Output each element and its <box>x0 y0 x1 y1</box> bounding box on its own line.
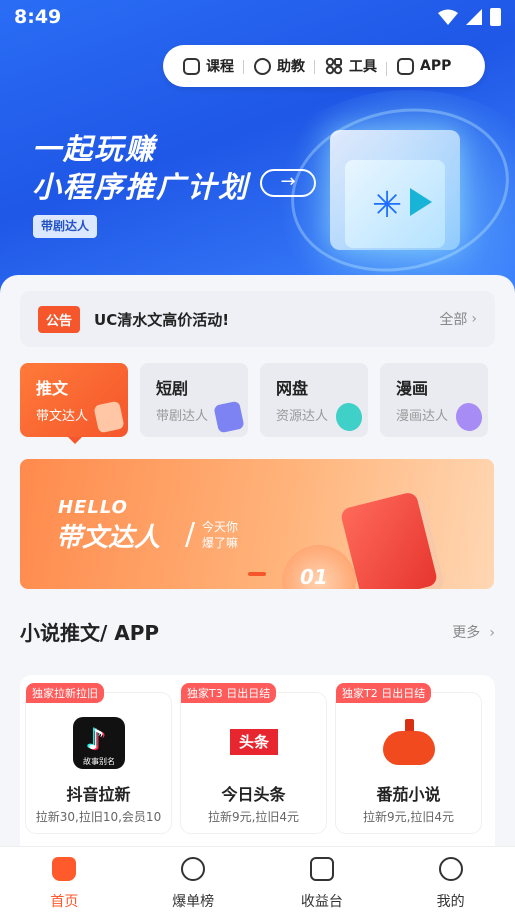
quick-nav-label: 课程 <box>206 59 234 75</box>
category-title: 漫画 <box>396 379 429 398</box>
hero-arrow-button[interactable]: → <box>260 169 316 197</box>
section-more-label: 更多 <box>452 624 481 641</box>
notice-more-link[interactable]: 全部 <box>439 309 467 329</box>
quick-nav-app[interactable]: APP <box>385 57 461 76</box>
hero-title-line1: 一起玩赚 <box>32 132 157 166</box>
hero-banner[interactable]: 8:49 课程 助教 工具 APP 一起玩赚 小程序推广计划 → 带剧达人 ✳ <box>0 0 515 300</box>
earnings-icon <box>309 857 334 881</box>
tomato-logo-icon <box>383 717 435 769</box>
section-header: 小说推文/ APP 更多 › <box>20 617 495 646</box>
app-tag: 独家T3 日出日结 <box>181 683 277 703</box>
quick-nav-label: APP <box>420 58 452 74</box>
section-more-link[interactable]: 更多 › <box>452 622 495 642</box>
bottom-tab-bar: 首页 爆单榜 收益台 我的 <box>0 846 515 917</box>
music-note-icon: ♪ <box>87 723 105 756</box>
active-tab-pointer <box>68 437 82 444</box>
banner-sub-line1: 今天你 <box>202 520 239 534</box>
category-tab-duanju[interactable]: 短剧 带剧达人 <box>140 363 248 437</box>
status-bar: 8:49 <box>0 0 515 34</box>
play-icon <box>410 188 432 216</box>
app-desc: 拉新9元,拉旧4元 <box>362 810 455 824</box>
app-name: 今日头条 <box>221 785 286 804</box>
tab-label: 我的 <box>436 894 465 910</box>
banner-sub-line2: 爆了嘛 <box>202 536 239 550</box>
quick-nav-label: 工具 <box>349 59 377 75</box>
app-desc: 拉新30,拉旧10,会员10 <box>35 810 162 824</box>
category-tab-tuiwen[interactable]: 推文 带文达人 <box>20 363 128 437</box>
app-name: 番茄小说 <box>376 785 441 804</box>
promo-banner[interactable]: HELLO 带文达人 / 今天你 爆了嘛 01 <box>20 459 494 589</box>
app-icon <box>397 57 414 75</box>
app-tag: 独家拉新拉旧 <box>26 683 104 703</box>
banner-slash: / <box>185 517 196 552</box>
tab-home[interactable]: 首页 <box>0 847 129 917</box>
quick-nav-course[interactable]: 课程 <box>173 56 244 76</box>
status-time: 8:49 <box>14 6 62 28</box>
logo-text: 头条 <box>230 729 278 755</box>
assistant-icon <box>254 57 271 75</box>
logo-caption: 故事别名 <box>83 757 115 766</box>
section-title: 小说推文/ APP <box>20 621 160 645</box>
tab-label: 爆单榜 <box>172 894 215 910</box>
notice-bar[interactable]: 公告 UC清水文高价活动! 全部 › <box>20 291 495 347</box>
profile-icon <box>438 857 463 881</box>
lightning-icon <box>181 857 206 881</box>
chevron-right-icon: › <box>471 311 477 327</box>
quick-nav-label: 助教 <box>277 59 305 75</box>
category-tab-wangpan[interactable]: 网盘 资源达人 <box>260 363 368 437</box>
app-card-fanqie[interactable]: 独家T2 日出日结 番茄小说 拉新9元,拉旧4元 <box>336 683 481 833</box>
category-title: 推文 <box>36 379 69 398</box>
status-icons <box>438 8 501 26</box>
home-icon <box>52 857 77 881</box>
kuaishou-logo-icon: ✳ <box>372 185 403 226</box>
hero-title-line2: 小程序推广计划 <box>32 170 250 204</box>
course-icon <box>183 57 200 75</box>
app-desc: 拉新9元,拉旧4元 <box>207 810 300 824</box>
banner-coin: 01 <box>282 545 356 589</box>
quick-nav-tools[interactable]: 工具 <box>314 56 387 76</box>
banner-hello: HELLO <box>58 497 128 518</box>
tab-ranking[interactable]: 爆单榜 <box>129 847 258 917</box>
hero-title: 一起玩赚 小程序推广计划 <box>32 130 249 206</box>
app-tag: 独家T2 日出日结 <box>336 683 432 703</box>
battery-icon <box>490 8 501 26</box>
category-tab-manhua[interactable]: 漫画 漫画达人 <box>380 363 488 437</box>
category-title: 网盘 <box>276 379 309 398</box>
tab-profile[interactable]: 我的 <box>386 847 515 917</box>
main-content: 公告 UC清水文高价活动! 全部 › 推文 带文达人 短剧 带剧达人 网盘 资源… <box>0 275 515 917</box>
app-name: 抖音拉新 <box>66 785 131 804</box>
app-card-toutiao[interactable]: 独家T3 日出日结 头条 今日头条 拉新9元,拉旧4元 <box>181 683 326 833</box>
document-icon <box>93 400 125 434</box>
app-list: 独家拉新拉旧 ♪ 故事别名 抖音拉新 拉新30,拉旧10,会员10 独家T3 日… <box>20 675 495 875</box>
hero-badge: 带剧达人 <box>33 215 98 238</box>
carousel-indicator <box>248 572 266 576</box>
banner-number: 01 <box>300 565 328 589</box>
tools-icon <box>325 57 343 75</box>
video-icon <box>213 400 245 434</box>
banner-headline: 带文达人 <box>56 523 161 553</box>
toutiao-logo-icon: 头条 <box>228 717 280 769</box>
tab-earnings[interactable]: 收益台 <box>258 847 387 917</box>
wifi-icon <box>438 9 458 25</box>
douyin-logo-icon: ♪ 故事别名 <box>73 717 125 769</box>
quick-nav-assistant[interactable]: 助教 <box>243 56 315 76</box>
banner-subtitle: 今天你 爆了嘛 <box>202 519 238 551</box>
notice-tag: 公告 <box>38 305 81 333</box>
quick-nav: 课程 助教 工具 APP <box>163 45 485 87</box>
tab-label: 收益台 <box>300 894 343 910</box>
chevron-right-icon: › <box>489 624 495 641</box>
category-tabs: 推文 带文达人 短剧 带剧达人 网盘 资源达人 漫画 漫画达人 <box>20 363 515 439</box>
category-title: 短剧 <box>156 379 189 398</box>
notice-text: UC清水文高价活动! <box>94 310 230 329</box>
signal-icon <box>466 9 482 25</box>
app-card-douyin[interactable]: 独家拉新拉旧 ♪ 故事别名 抖音拉新 拉新30,拉旧10,会员10 <box>26 683 171 833</box>
tomato-shape <box>383 731 435 765</box>
tab-label: 首页 <box>50 894 79 910</box>
